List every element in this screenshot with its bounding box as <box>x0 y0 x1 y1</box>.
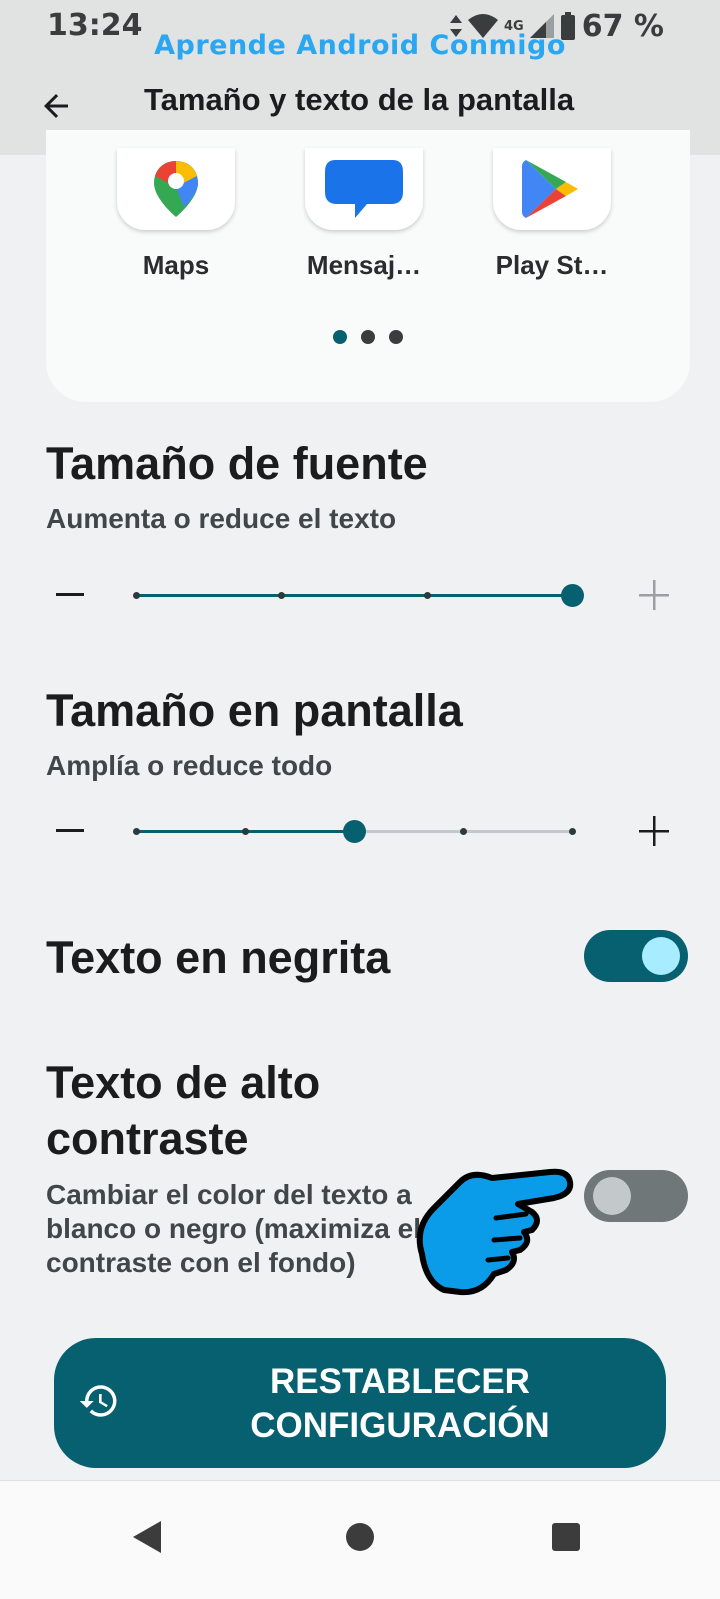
font-size-title: Tamaño de fuente <box>46 438 428 489</box>
nav-recents-icon <box>552 1523 580 1551</box>
watermark: Aprende Android Conmigo <box>154 30 566 61</box>
slider-thumb[interactable] <box>343 820 366 843</box>
history-icon <box>79 1385 117 1417</box>
app-tile-messages: Mensaj… <box>304 148 424 281</box>
app-label: Maps <box>142 250 210 280</box>
page-dot <box>361 330 375 344</box>
reset-button-label: RESTABLECER CONFIGURACIÓN <box>134 1360 666 1448</box>
font-size-decrease-button[interactable] <box>48 575 92 615</box>
page-title: Tamaño y texto de la pantalla <box>144 82 575 117</box>
slider-thumb[interactable] <box>561 584 584 607</box>
slider-tick <box>569 828 576 835</box>
bold-text-toggle[interactable] <box>584 930 688 982</box>
toggle-knob <box>593 1177 631 1215</box>
display-size-decrease-button[interactable] <box>48 811 92 851</box>
slider-fill <box>136 594 572 597</box>
slider-tick <box>423 592 431 599</box>
display-size-track[interactable] <box>133 820 576 843</box>
nav-back-icon <box>133 1521 161 1553</box>
slider-tick <box>460 828 467 835</box>
slider-tick <box>278 592 286 599</box>
minus-icon <box>56 593 84 596</box>
slider-tick <box>133 592 140 599</box>
plus-icon <box>639 580 669 610</box>
nav-back-button[interactable] <box>120 1509 176 1565</box>
preview-card: Maps Mensaj… Play St… <box>46 130 690 402</box>
font-size-increase-button[interactable] <box>632 575 676 615</box>
play-store-icon <box>493 148 611 230</box>
nav-home-icon <box>346 1523 374 1551</box>
page-dot <box>333 330 347 344</box>
messages-icon <box>305 148 423 230</box>
reset-label-line1: RESTABLECER <box>270 1362 530 1401</box>
maps-icon <box>117 148 235 230</box>
nav-home-button[interactable] <box>332 1509 388 1565</box>
high-contrast-label-line1: Texto de alto <box>46 1057 321 1108</box>
high-contrast-label-line2: contraste <box>46 1113 249 1164</box>
reset-settings-button[interactable]: RESTABLECER CONFIGURACIÓN <box>54 1338 666 1468</box>
display-size-slider <box>46 811 686 851</box>
minus-icon <box>56 829 84 832</box>
font-size-slider <box>46 575 686 615</box>
back-button[interactable] <box>32 82 80 130</box>
slider-tick <box>242 828 249 835</box>
arrow-back-icon <box>44 94 68 118</box>
app-label: Play St… <box>495 250 609 280</box>
page-dot <box>389 330 403 344</box>
font-size-subtitle: Aumenta o reduce el texto <box>46 503 397 534</box>
navigation-bar <box>0 1480 720 1599</box>
app-tile-maps: Maps <box>116 148 236 281</box>
app-tile-play-store: Play St… <box>492 148 612 281</box>
pointing-hand-icon <box>416 1168 574 1296</box>
high-contrast-toggle[interactable] <box>584 1170 688 1222</box>
app-label: Mensaj… <box>306 250 422 280</box>
slider-tick <box>133 828 140 835</box>
status-bar: 13:24 4G 67 % Aprende Android Conmigo <box>0 0 720 70</box>
toggle-knob <box>642 937 680 975</box>
display-size-increase-button[interactable] <box>632 811 676 851</box>
display-size-title: Tamaño en pantalla <box>46 685 463 736</box>
page-indicator <box>46 330 690 344</box>
bold-text-label: Texto en negrita <box>46 932 391 983</box>
reset-label-line2: CONFIGURACIÓN <box>250 1406 550 1445</box>
display-size-subtitle: Amplía o reduce todo <box>46 750 333 781</box>
nav-recents-button[interactable] <box>538 1509 594 1565</box>
font-size-track[interactable] <box>133 584 584 607</box>
plus-icon <box>639 816 669 846</box>
